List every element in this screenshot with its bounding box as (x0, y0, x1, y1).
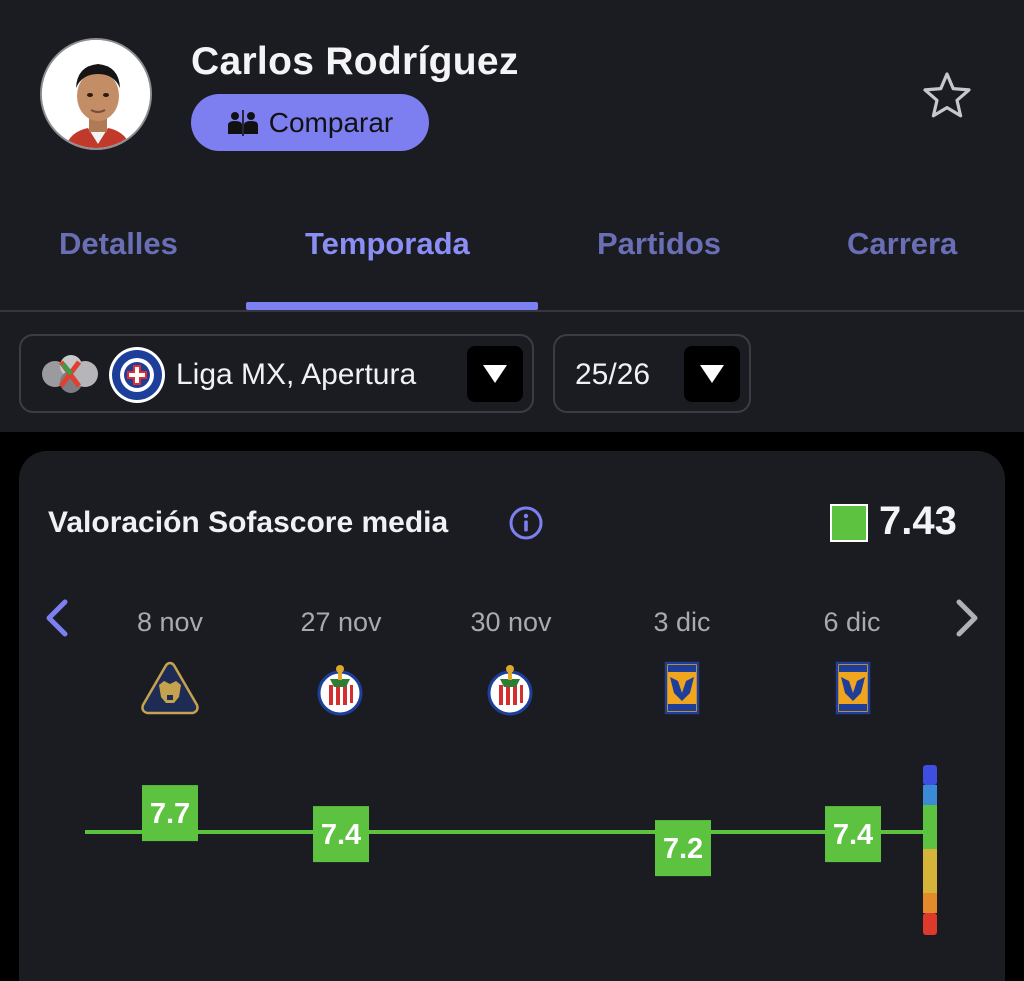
rating-scale-segment (923, 765, 937, 785)
rating-scale-segment (923, 785, 937, 805)
rating-box[interactable]: 7.4 (313, 806, 369, 863)
compare-button-label: Comparar (268, 106, 394, 138)
rating-scale-segment (923, 913, 937, 935)
player-header: Carlos Rodríguez Comparar Detalles Tempo… (0, 0, 1024, 310)
chevron-down-icon (700, 365, 724, 383)
tab-temporada[interactable]: Temporada (305, 226, 470, 262)
cruz-azul-logo (109, 347, 165, 403)
tigres-uanl-logo[interactable] (652, 659, 712, 719)
match-date: 30 nov (470, 607, 552, 637)
chevron-down-icon (483, 365, 507, 383)
league-dropdown-arrow[interactable] (467, 346, 523, 402)
league-label: Liga MX, Apertura (176, 358, 417, 391)
match-date: 3 dic (653, 607, 711, 637)
compare-button[interactable]: Comparar (191, 94, 429, 151)
rating-box[interactable]: 7.7 (142, 785, 198, 842)
rating-value: 7.4 (833, 819, 873, 851)
rating-value: 7.7 (150, 798, 190, 830)
star-outline-icon[interactable] (920, 70, 974, 122)
season-dropdown-arrow[interactable] (684, 346, 740, 402)
league-dropdown[interactable]: Liga MX, Apertura (19, 334, 534, 413)
rating-chart: 7.77.49.07.27.4 (85, 765, 937, 935)
player-name: Carlos Rodríguez (191, 40, 519, 83)
tigres-uanl-logo[interactable] (823, 659, 883, 719)
average-rating: 7.43 (879, 499, 957, 543)
rating-card: Valoración Sofascore media 7.43 8 nov 27… (19, 451, 1005, 981)
match-date: 8 nov (136, 607, 204, 637)
tab-detalles[interactable]: Detalles (59, 226, 178, 262)
rating-box[interactable]: 7.4 (825, 806, 881, 863)
season-label: 25/26 (575, 358, 651, 391)
rating-box[interactable]: 7.2 (655, 820, 711, 877)
rating-value: 7.4 (321, 819, 361, 851)
active-tab-indicator (246, 302, 538, 310)
rating-scale-segment (923, 805, 937, 849)
info-icon[interactable] (508, 505, 544, 541)
filter-bar: Liga MX, Apertura 25/26 (0, 310, 1024, 432)
chevron-left-icon[interactable] (41, 598, 71, 638)
chivas-guadalajara-logo[interactable] (480, 659, 540, 719)
match-date: 6 dic (823, 607, 881, 637)
match-date: 27 nov (300, 607, 382, 637)
rating-value: 7.2 (663, 833, 703, 865)
rating-scale-segment (923, 893, 937, 913)
chevron-right-icon[interactable] (952, 598, 982, 638)
pumas-unam-logo[interactable] (140, 659, 200, 719)
chivas-guadalajara-logo[interactable] (310, 659, 370, 719)
rating-scale-segment (923, 849, 937, 893)
tab-carrera[interactable]: Carrera (847, 226, 957, 262)
average-color-swatch (830, 504, 868, 542)
player-avatar (40, 38, 152, 150)
tab-partidos[interactable]: Partidos (597, 226, 721, 262)
compare-players-icon (227, 109, 258, 136)
liga-mx-logo (42, 355, 98, 393)
season-dropdown[interactable]: 25/26 (553, 334, 751, 413)
card-title: Valoración Sofascore media (48, 506, 449, 539)
